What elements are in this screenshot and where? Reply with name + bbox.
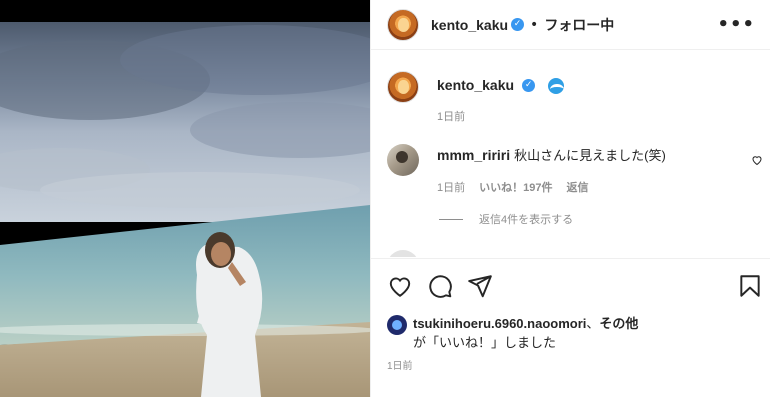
caption-author-avatar[interactable] (387, 71, 419, 103)
comment-text: 秋山さんに見えました(笑) (514, 148, 666, 163)
commenter-avatar[interactable] (387, 144, 419, 176)
likes-summary: tsukinihoeru.6960.naoomori、その他 が「いいね！」しま… (387, 314, 638, 352)
comment-row: mmm_ririri 秋山さんに見えました(笑) (387, 144, 666, 176)
comment-heart-icon[interactable] (751, 154, 763, 166)
view-replies-label: 返信4件を表示する (479, 214, 574, 226)
caption-username[interactable]: kento_kaku (437, 77, 514, 93)
action-bar (371, 258, 770, 312)
comment-likes[interactable]: いいね！197件 (479, 179, 552, 195)
header-separator: • (530, 16, 539, 33)
caption-row: kento_kaku ✓ (387, 71, 565, 103)
post-timestamp[interactable]: 1日前 (387, 357, 413, 372)
liker-username[interactable]: tsukinihoeru.6960.naoomori (413, 316, 586, 331)
bookmark-icon[interactable] (737, 273, 763, 299)
beach-photo (0, 0, 370, 397)
commenter-username[interactable]: mmm_ririri (437, 147, 510, 163)
wave-emoji-icon (548, 77, 565, 94)
verified-badge-icon: ✓ (511, 18, 525, 31)
comment-body: mmm_ririri 秋山さんに見えました(笑) (437, 146, 666, 176)
post-detail-panel: kento_kaku ✓ • フォロー中 ••• kento_kaku ✓ 1日… (370, 0, 770, 397)
comment-icon[interactable] (427, 273, 453, 299)
caption-time[interactable]: 1日前 (437, 108, 465, 124)
author-avatar[interactable] (387, 8, 419, 41)
author-username[interactable]: kento_kaku (431, 17, 508, 33)
comment-meta: 1日前 いいね！197件 返信 (437, 179, 588, 195)
reply-button[interactable]: 返信 (566, 179, 588, 195)
next-commenter-avatar[interactable] (387, 250, 419, 257)
heart-icon[interactable] (387, 273, 413, 299)
likes-suffix: が「いいね！」しました (413, 335, 557, 350)
likes-separator: 、 (586, 316, 600, 331)
view-replies-button[interactable]: 返信4件を表示する (439, 211, 573, 227)
following-button[interactable]: フォロー中 (544, 15, 614, 35)
post-photo[interactable] (0, 0, 370, 397)
likes-text: tsukinihoeru.6960.naoomori、その他 が「いいね！」しま… (413, 314, 638, 352)
replies-divider (439, 218, 463, 220)
liker-avatar[interactable] (387, 315, 407, 335)
likes-others-link[interactable]: その他 (599, 316, 638, 331)
comments-list[interactable]: kento_kaku ✓ 1日前 mmm_ririri 秋山さんに見えました(笑)… (371, 50, 770, 257)
post-header: kento_kaku ✓ • フォロー中 ••• (371, 0, 770, 50)
verified-badge-icon: ✓ (522, 79, 536, 92)
more-options-icon[interactable]: ••• (717, 14, 755, 35)
comment-time[interactable]: 1日前 (437, 179, 465, 195)
share-icon[interactable] (467, 273, 493, 299)
